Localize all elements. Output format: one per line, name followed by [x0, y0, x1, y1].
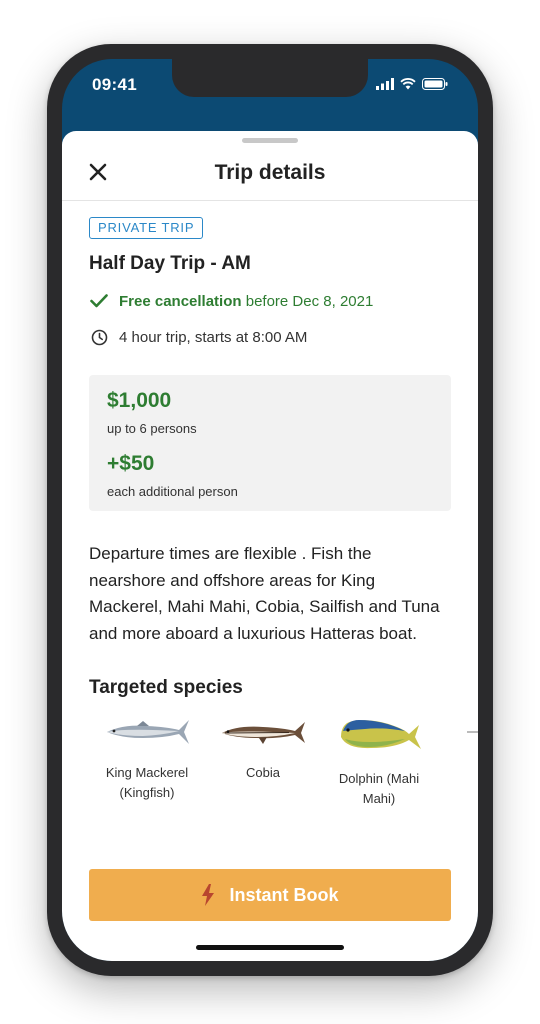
duration-text: 4 hour trip, starts at 8:00 AM: [119, 328, 308, 346]
trip-content: PRIVATE TRIP Half Day Trip - AM Free can…: [89, 201, 478, 809]
home-indicator: [196, 945, 344, 950]
instant-book-button[interactable]: Instant Book: [89, 869, 451, 921]
sheet-title: Trip details: [214, 161, 326, 184]
dolphin-icon: [341, 720, 421, 749]
check-icon: [89, 291, 109, 311]
species-label: Cobia: [246, 765, 280, 780]
cobia-icon: [222, 722, 305, 744]
species-section-title: Targeted species: [89, 677, 243, 698]
species-card-partial[interactable]: [437, 715, 478, 809]
signal-icon: [376, 78, 394, 90]
instant-book-label: Instant Book: [229, 884, 339, 905]
trip-name: Half Day Trip - AM: [89, 253, 251, 274]
species-card[interactable]: Dolphin (Mahi Mahi): [321, 715, 437, 809]
status-time: 09:41: [92, 75, 137, 94]
trip-type-badge: PRIVATE TRIP: [89, 217, 204, 239]
trip-description: Departure times are flexible . Fish the …: [89, 544, 440, 643]
sheet-header: Trip details: [62, 143, 478, 201]
species-carousel[interactable]: King Mackerel (Kingfish) Cobia Dolphin (…: [89, 715, 478, 809]
notch: [172, 59, 368, 97]
trip-details-sheet: Trip details PRIVATE TRIP Half Day Trip …: [62, 131, 478, 961]
species-label: King Mackerel (Kingfish): [105, 765, 189, 800]
cancellation-row: Free cancellation before Dec 8, 2021: [89, 291, 451, 311]
king-mackerel-icon: [107, 720, 189, 744]
wifi-icon: [400, 78, 416, 90]
species-label: Dolphin (Mahi Mahi): [338, 771, 420, 806]
pricing-box: $1,000 up to 6 persons +$50 each additio…: [89, 375, 451, 511]
fish-icon: [467, 731, 478, 733]
phone-frame: 09:41 Trip details PRIVATE TRIP Half Day…: [47, 44, 493, 976]
lightning-icon: [201, 884, 215, 906]
status-icons: [376, 78, 448, 90]
clock-icon: [89, 327, 109, 347]
extra-person-price: +$50: [107, 452, 155, 475]
cancellation-date: before Dec 8, 2021: [241, 292, 374, 310]
screen: 09:41 Trip details PRIVATE TRIP Half Day…: [62, 59, 478, 961]
battery-icon: [422, 78, 448, 90]
cancellation-label: Free cancellation: [119, 292, 242, 310]
base-price: $1,000: [107, 389, 172, 412]
base-price-note: up to 6 persons: [107, 421, 197, 436]
species-card[interactable]: King Mackerel (Kingfish): [89, 715, 205, 809]
extra-person-note: each additional person: [107, 484, 238, 499]
species-card[interactable]: Cobia: [205, 715, 321, 809]
duration-row: 4 hour trip, starts at 8:00 AM: [89, 327, 451, 347]
